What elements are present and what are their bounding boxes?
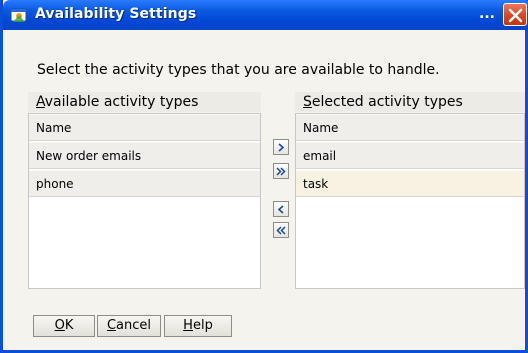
move-all-left-icon [276,226,286,235]
move-left-button[interactable] [273,201,289,217]
available-activity-list[interactable]: Name New order emails phone [28,113,261,289]
cancel-mnemonic: C [106,318,117,333]
title-overflow-indicator: ... [479,6,495,22]
move-all-right-button[interactable] [273,163,289,179]
list-item[interactable]: email [296,142,524,169]
ok-button[interactable]: OK [33,315,95,337]
availability-settings-window: Availability Settings ... Select the act… [0,0,528,353]
move-all-right-icon [276,167,286,176]
list-item[interactable]: New order emails [29,142,260,169]
selected-header-label: elected activity types [311,94,463,110]
help-mnemonic: H [183,318,193,333]
help-label: elp [192,318,213,333]
available-list-header: Available activity types [28,92,261,112]
selected-header-mnemonic: S [303,94,312,110]
close-button[interactable] [503,3,527,26]
selected-list-header: Selected activity types [295,92,525,112]
selected-column-header[interactable]: Name [296,114,524,141]
app-window-icon [10,6,28,24]
move-left-icon [277,205,284,214]
ok-label: K [64,318,74,333]
available-header-label: vailable activity types [44,94,199,110]
selected-activity-list[interactable]: Name email task [295,113,525,289]
close-icon [508,8,523,23]
move-right-icon [278,143,285,152]
cancel-label: ancel [116,318,152,333]
cancel-button[interactable]: Cancel [97,315,161,337]
available-header-mnemonic: A [36,94,45,110]
window-title: Availability Settings [35,6,197,22]
list-item-selected[interactable]: task [296,170,524,197]
move-right-button[interactable] [273,139,289,155]
available-column-header[interactable]: Name [29,114,260,141]
help-button[interactable]: Help [164,315,232,337]
list-item[interactable]: phone [29,170,260,197]
instruction-text: Select the activity types that you are a… [37,62,440,78]
move-all-left-button[interactable] [273,222,289,238]
ok-mnemonic: O [54,318,65,333]
title-bar[interactable]: Availability Settings ... [3,0,528,30]
